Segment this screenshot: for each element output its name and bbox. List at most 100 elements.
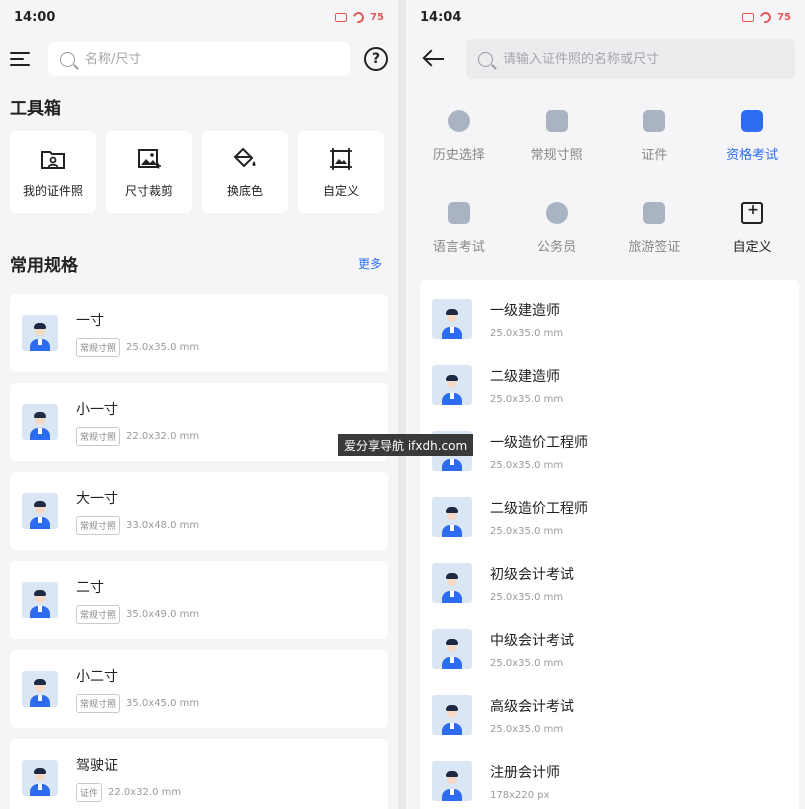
search-box[interactable] bbox=[466, 39, 795, 79]
spec-tag: 常规寸照 bbox=[76, 604, 121, 624]
top-bar: ? bbox=[0, 38, 398, 80]
passport-icon bbox=[643, 201, 666, 224]
spec-size: 22.0x32.0 mm bbox=[126, 430, 200, 442]
list-item[interactable]: 注册会计师 178x220 px bbox=[420, 748, 799, 809]
spec-tag: 常规寸照 bbox=[76, 426, 121, 446]
spec-name: 一寸 bbox=[76, 312, 104, 329]
folder-person-icon bbox=[41, 150, 65, 169]
specs-header: 常用规格 更多 bbox=[0, 251, 398, 276]
avatar-icon bbox=[22, 760, 58, 796]
spec-name: 二寸 bbox=[76, 579, 104, 596]
more-link[interactable]: 更多 bbox=[358, 255, 382, 272]
spec-list: 一级建造师 25.0x35.0 mm 二级建造师 25.0x35.0 mm 一级造价… bbox=[420, 280, 799, 809]
category-id[interactable]: 证件 bbox=[606, 94, 704, 178]
spec-card[interactable]: 一寸 常规寸照 25.0x35.0 mm bbox=[10, 294, 388, 372]
watermark-banner: 爱分享导航 ifxdh.com bbox=[338, 434, 474, 456]
sim-icon bbox=[335, 12, 348, 22]
avatar-icon bbox=[22, 315, 58, 351]
menu-icon[interactable] bbox=[10, 48, 32, 70]
right-screen: 14:04 75 历史选择 常规寸照 证件 资格考试 bbox=[406, 0, 805, 809]
category-custom[interactable]: 自定义 bbox=[703, 186, 801, 270]
spec-card[interactable]: 大一寸 常规寸照 33.0x48.0 mm bbox=[10, 472, 388, 550]
spec-card[interactable]: 小二寸 常规寸照 35.0x45.0 mm bbox=[10, 650, 388, 728]
list-item[interactable]: 高级会计考试 25.0x35.0 mm bbox=[420, 682, 799, 748]
list-item[interactable]: 二级造价工程师 25.0x35.0 mm bbox=[420, 484, 799, 550]
category-language[interactable]: 语言考试 bbox=[410, 186, 508, 270]
spec-size: 25.0x35.0 mm bbox=[126, 341, 200, 353]
avatar-icon bbox=[432, 365, 472, 405]
help-icon[interactable]: ? bbox=[364, 47, 388, 71]
category-visa[interactable]: 旅游签证 bbox=[606, 186, 704, 270]
moon-icon bbox=[351, 9, 367, 25]
avatar-icon bbox=[432, 299, 472, 339]
spec-name: 大一寸 bbox=[76, 490, 118, 507]
spec-tag: 常规寸照 bbox=[76, 515, 121, 535]
tool-my-photos[interactable]: 我的证件照 bbox=[10, 131, 96, 213]
list-item[interactable]: 一级造价工程师 25.0x35.0 mm bbox=[420, 418, 799, 484]
avatar-icon bbox=[22, 493, 58, 529]
spec-card[interactable]: 二寸 常规寸照 35.0x49.0 mm bbox=[10, 561, 388, 639]
back-arrow-icon[interactable] bbox=[422, 47, 446, 71]
spec-tag: 常规寸照 bbox=[76, 693, 121, 713]
list-item[interactable]: 一级建造师 25.0x35.0 mm bbox=[420, 286, 799, 352]
sim-icon bbox=[742, 12, 755, 22]
image-crop-icon bbox=[138, 148, 161, 168]
status-time: 14:00 bbox=[14, 9, 56, 25]
category-qualification[interactable]: 资格考试 bbox=[703, 94, 801, 178]
spec-size: 33.0x48.0 mm bbox=[126, 519, 200, 531]
custom-frame-icon bbox=[330, 147, 352, 170]
avatar-icon bbox=[22, 404, 58, 440]
specs-list: 一寸 常规寸照 25.0x35.0 mm 小一寸 常规寸照 22.0x32.0 mm… bbox=[0, 294, 398, 809]
id-card-icon bbox=[643, 109, 666, 132]
spec-card[interactable]: 驾驶证 证件 22.0x32.0 mm bbox=[10, 739, 388, 809]
briefcase-icon bbox=[741, 109, 764, 132]
avatar-icon bbox=[432, 695, 472, 735]
left-screen: 14:00 75 ? 工具箱 我的证件照 bbox=[0, 0, 398, 809]
toolbox-title: 工具箱 bbox=[10, 99, 61, 119]
spec-size: 35.0x49.0 mm bbox=[126, 608, 200, 620]
custom-frame-icon bbox=[741, 201, 764, 224]
search-icon bbox=[60, 51, 75, 67]
avatar-icon bbox=[432, 761, 472, 801]
spec-tag: 证件 bbox=[76, 782, 103, 802]
search-input[interactable] bbox=[503, 51, 783, 67]
tool-crop[interactable]: 尺寸裁剪 bbox=[106, 131, 192, 213]
avatar-icon bbox=[22, 582, 58, 618]
history-icon bbox=[447, 109, 470, 132]
tool-bg-color[interactable]: 换底色 bbox=[202, 131, 288, 213]
top-bar bbox=[406, 38, 805, 80]
status-time: 14:04 bbox=[420, 9, 462, 25]
spec-name: 小一寸 bbox=[76, 401, 118, 418]
avatar-icon bbox=[22, 671, 58, 707]
badge-icon bbox=[545, 201, 568, 224]
specs-title: 常用规格 bbox=[10, 256, 78, 276]
search-icon bbox=[478, 51, 493, 67]
battery-level: 75 bbox=[370, 11, 384, 23]
tool-custom[interactable]: 自定义 bbox=[298, 131, 384, 213]
moon-icon bbox=[758, 9, 774, 25]
paint-bucket-icon bbox=[233, 147, 256, 167]
list-item[interactable]: 初级会计考试 25.0x35.0 mm bbox=[420, 550, 799, 616]
search-input[interactable] bbox=[85, 51, 338, 67]
avatar-icon bbox=[432, 629, 472, 669]
spec-name: 小二寸 bbox=[76, 668, 118, 685]
status-bar: 14:04 75 bbox=[406, 0, 805, 34]
status-bar: 14:00 75 bbox=[0, 0, 398, 34]
avatar-icon bbox=[432, 497, 472, 537]
spec-size: 35.0x45.0 mm bbox=[126, 697, 200, 709]
search-box[interactable] bbox=[48, 42, 350, 76]
category-history[interactable]: 历史选择 bbox=[410, 94, 508, 178]
spec-card[interactable]: 小一寸 常规寸照 22.0x32.0 mm bbox=[10, 383, 388, 461]
category-grid: 历史选择 常规寸照 证件 资格考试 语言考试 公务员 旅游签证 自定义 bbox=[406, 94, 805, 270]
language-icon bbox=[447, 201, 470, 224]
spec-tag: 常规寸照 bbox=[76, 337, 121, 357]
list-item[interactable]: 中级会计考试 25.0x35.0 mm bbox=[420, 616, 799, 682]
toolbox: 我的证件照 尺寸裁剪 换底色 自定义 bbox=[0, 131, 398, 213]
category-civil-servant[interactable]: 公务员 bbox=[508, 186, 606, 270]
spec-size: 22.0x32.0 mm bbox=[108, 786, 182, 798]
person-icon bbox=[545, 109, 568, 132]
spec-name: 驾驶证 bbox=[76, 757, 118, 774]
avatar-icon bbox=[432, 563, 472, 603]
list-item[interactable]: 二级建造师 25.0x35.0 mm bbox=[420, 352, 799, 418]
category-regular[interactable]: 常规寸照 bbox=[508, 94, 606, 178]
